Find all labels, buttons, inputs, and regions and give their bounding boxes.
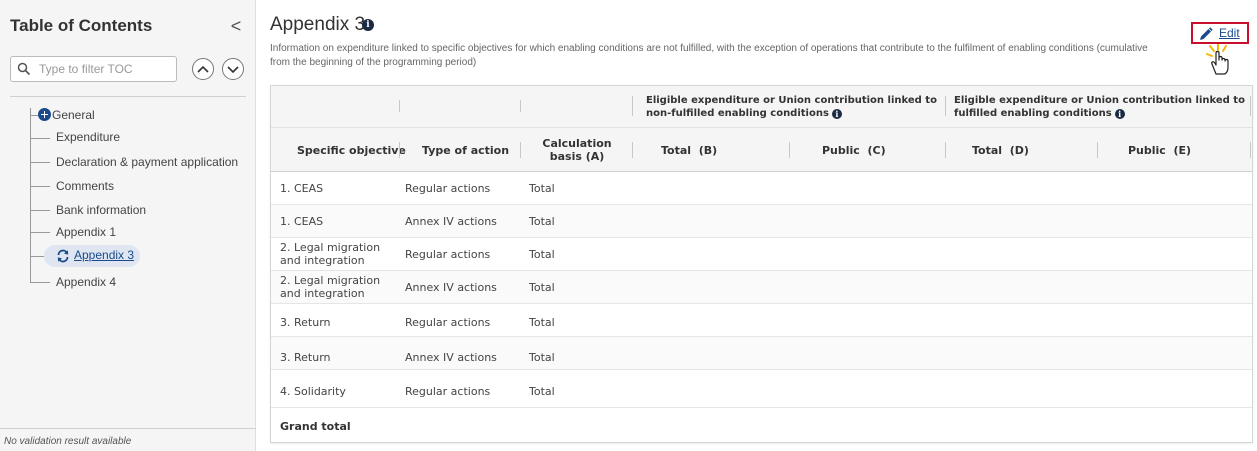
toc-title: Table of Contents <box>10 16 153 35</box>
toc-item-label: Appendix 3 <box>74 248 135 262</box>
table-row[interactable]: 3. Return Annex IV actions Total <box>271 337 1252 370</box>
cell-specific-objective: 3. Return <box>280 316 331 329</box>
toc-item-label: Bank information <box>56 203 147 217</box>
column-divider <box>945 96 946 116</box>
validation-status: No validation result available <box>4 436 132 447</box>
tree-connector <box>30 186 50 187</box>
column-header-calculation-basis: Calculation basis (A) <box>542 137 612 163</box>
table-column-header-row: Specific objective Type of action Calcul… <box>271 128 1252 172</box>
cell-specific-objective: 3. Return <box>280 351 331 364</box>
divider <box>0 428 256 429</box>
cell-calculation-basis: Total <box>529 248 555 261</box>
cell-calculation-basis: Total <box>529 182 555 195</box>
table-row[interactable]: 3. Return Regular actions Total <box>271 304 1252 337</box>
table-row[interactable]: 1. CEAS Regular actions Total <box>271 172 1252 205</box>
cell-calculation-basis: Total <box>529 385 555 398</box>
chevron-down-icon <box>227 66 239 74</box>
cell-specific-objective: 1. CEAS <box>280 215 324 228</box>
tree-connector <box>30 115 38 116</box>
column-header-public-e: Public (E) <box>1128 144 1192 157</box>
pointer-hand-icon <box>1206 44 1229 75</box>
table-row[interactable]: 1. CEAS Annex IV actions Total <box>271 205 1252 238</box>
previous-item-button[interactable] <box>192 58 214 80</box>
toc-item-label: General <box>52 108 95 122</box>
appendix-3-table: Eligible expenditure or Union contributi… <box>270 85 1253 443</box>
pencil-icon <box>1200 27 1213 40</box>
expand-plus-icon[interactable] <box>38 108 51 121</box>
grand-total-row: Grand total <box>271 408 1252 442</box>
toc-item-label: Declaration & payment application <box>56 155 239 169</box>
info-icon[interactable]: i <box>1114 109 1125 119</box>
cell-calculation-basis: Total <box>529 281 555 294</box>
column-header-total-b: Total (B) <box>661 144 718 157</box>
grand-total-label: Grand total <box>280 420 351 433</box>
column-divider <box>1250 142 1251 158</box>
cell-specific-objective: 2. Legal migration and integration <box>280 241 381 267</box>
toc-item-label: Appendix 1 <box>56 225 117 239</box>
tree-connector <box>30 232 50 233</box>
toc-item-label: Expenditure <box>56 130 121 144</box>
table-row[interactable]: 2. Legal migration and integration Annex… <box>271 271 1252 304</box>
tree-connector <box>30 256 44 257</box>
column-divider <box>399 142 400 158</box>
collapse-sidebar-button[interactable]: < <box>226 16 246 36</box>
column-divider <box>632 142 633 158</box>
cell-specific-objective: 2. Legal migration and integration <box>280 274 381 300</box>
toc-item-label: Appendix 4 <box>56 275 117 289</box>
info-icon[interactable]: i <box>831 109 842 119</box>
column-divider <box>1097 142 1098 158</box>
cell-type-of-action: Regular actions <box>405 385 491 398</box>
refresh-icon <box>57 249 69 263</box>
tree-connector <box>30 162 50 163</box>
cell-type-of-action: Regular actions <box>405 316 491 329</box>
column-divider <box>632 96 633 116</box>
column-header-total-d: Total (D) <box>972 144 1029 157</box>
divider <box>10 96 246 97</box>
cell-type-of-action: Regular actions <box>405 248 491 261</box>
table-group-header-row: Eligible expenditure or Union contributi… <box>271 86 1252 128</box>
cell-calculation-basis: Total <box>529 215 555 228</box>
table-row[interactable]: 4. Solidarity Regular actions Total <box>271 374 1252 408</box>
group-header-label: Eligible expenditure or Union contributi… <box>646 95 937 119</box>
column-divider <box>789 142 790 158</box>
column-divider <box>1250 96 1251 116</box>
table-of-contents-sidebar: Table of Contents < General Expenditure … <box>0 0 256 451</box>
cell-type-of-action: Annex IV actions <box>405 281 497 294</box>
group-header-non-fulfilled: Eligible expenditure or Union contributi… <box>646 94 942 120</box>
cell-specific-objective: 1. CEAS <box>280 182 324 195</box>
column-divider <box>520 142 521 158</box>
cell-type-of-action: Annex IV actions <box>405 351 497 364</box>
cell-calculation-basis: Total <box>529 316 555 329</box>
toc-filter-field[interactable] <box>10 56 177 82</box>
tree-connector <box>30 210 50 211</box>
column-divider <box>399 100 400 112</box>
group-header-fulfilled: Eligible expenditure or Union contributi… <box>954 94 1246 120</box>
toc-item-label: Comments <box>56 179 115 193</box>
cell-type-of-action: Annex IV actions <box>405 215 497 228</box>
tree-connector <box>30 282 50 283</box>
toc-filter-input[interactable] <box>39 60 171 78</box>
table-row[interactable]: 2. Legal migration and integration Regul… <box>271 238 1252 271</box>
toc-item-appendix-3[interactable]: Appendix 3 <box>44 245 140 267</box>
next-item-button[interactable] <box>222 58 244 80</box>
cell-calculation-basis: Total <box>529 351 555 364</box>
column-header-type-of-action: Type of action <box>422 144 510 157</box>
column-header-public-c: Public (C) <box>822 144 886 157</box>
cell-type-of-action: Regular actions <box>405 182 491 195</box>
edit-button[interactable]: Edit <box>1191 22 1249 44</box>
column-divider <box>945 142 946 158</box>
page-description: Information on expenditure linked to spe… <box>270 43 1148 68</box>
group-header-label: Eligible expenditure or Union contributi… <box>954 95 1245 119</box>
edit-label: Edit <box>1219 26 1240 40</box>
tree-connector <box>30 138 50 139</box>
info-icon[interactable]: i <box>362 19 374 31</box>
cell-specific-objective: 4. Solidarity <box>280 385 346 398</box>
column-divider <box>520 100 521 112</box>
chevron-up-icon <box>197 65 209 73</box>
page-title: Appendix 3 <box>270 14 366 35</box>
search-icon <box>17 62 31 76</box>
column-header-specific-objective: Specific objective <box>297 144 406 157</box>
